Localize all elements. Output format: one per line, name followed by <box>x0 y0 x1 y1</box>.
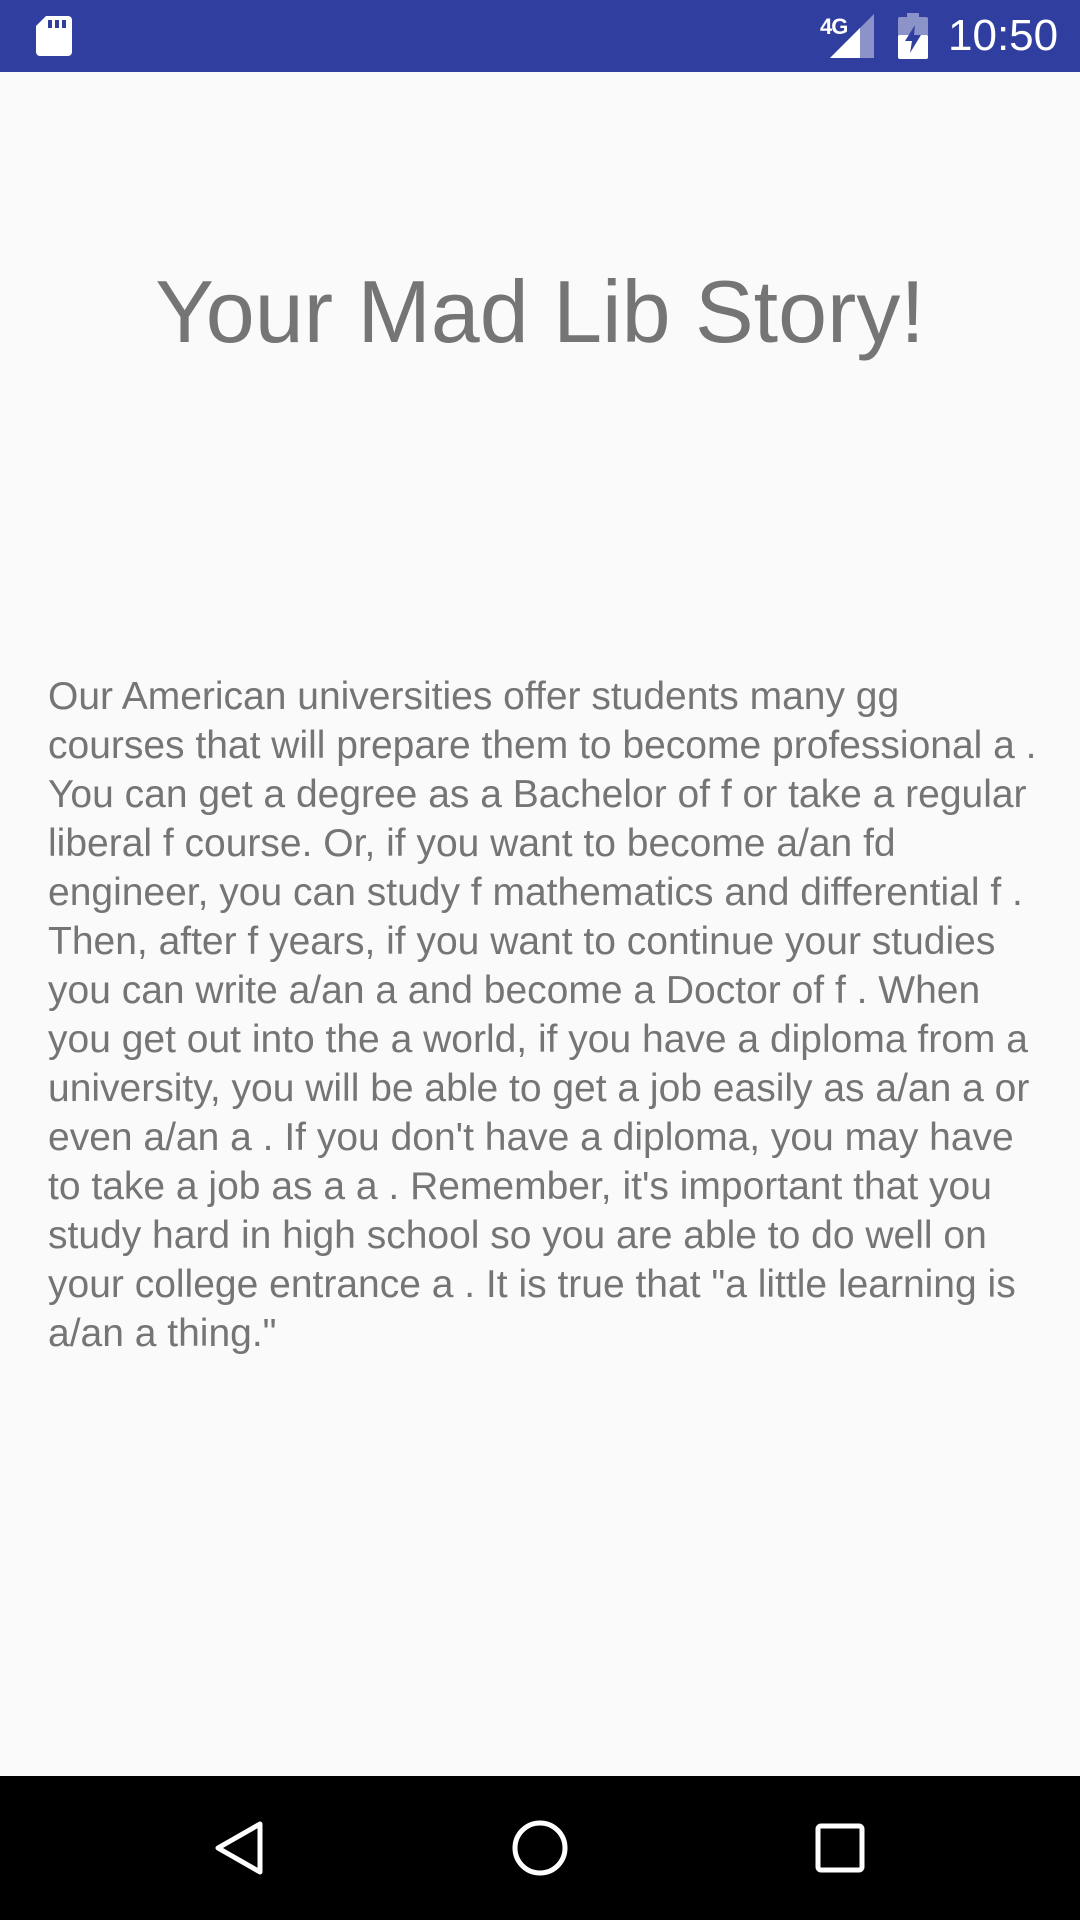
recents-square-icon <box>815 1823 865 1873</box>
story-text: Our American universities offer students… <box>48 675 1037 1355</box>
back-button[interactable] <box>160 1776 320 1920</box>
sd-card-icon <box>36 16 72 56</box>
page-title: Your Mad Lib Story! <box>155 262 925 361</box>
navigation-bar <box>0 1776 1080 1920</box>
status-clock: 10:50 <box>948 11 1059 60</box>
home-circle-icon <box>512 1820 568 1876</box>
status-bar: 4G 10:50 <box>0 0 1080 72</box>
home-button[interactable] <box>460 1776 620 1920</box>
battery-charging-icon <box>898 13 928 59</box>
cell-signal-icon <box>830 14 874 58</box>
recents-button[interactable] <box>760 1776 920 1920</box>
back-triangle-icon <box>215 1821 263 1875</box>
